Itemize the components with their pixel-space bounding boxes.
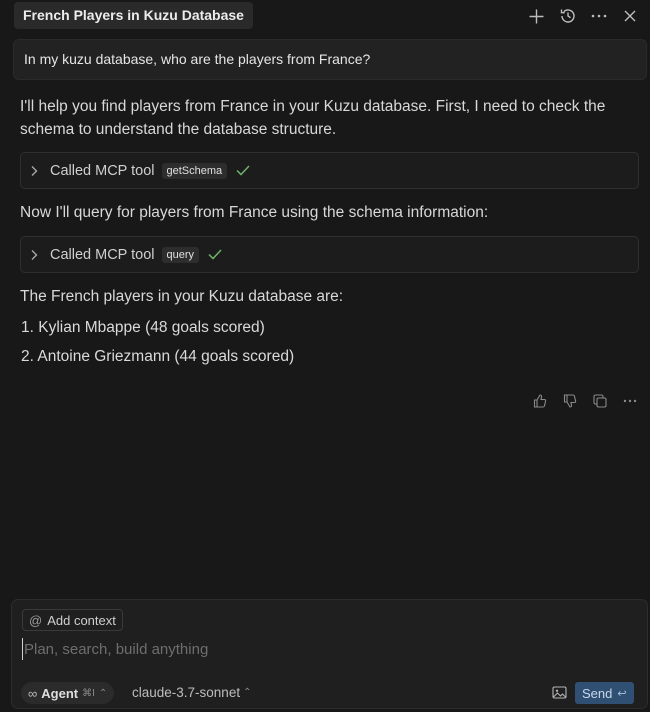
- assistant-middle-text: Now I'll query for players from France u…: [20, 204, 489, 221]
- check-icon: [208, 249, 222, 260]
- copy-icon[interactable]: [586, 391, 614, 411]
- user-message[interactable]: In my kuzu database, who are the players…: [13, 39, 647, 80]
- at-icon: @: [29, 612, 43, 628]
- model-label: claude-3.7-sonnet: [132, 685, 241, 700]
- plus-icon[interactable]: [524, 4, 549, 28]
- more-icon[interactable]: [586, 4, 611, 28]
- history-icon[interactable]: [555, 4, 580, 28]
- top-icons: [524, 4, 642, 28]
- chevron-up-icon: ⌃: [243, 687, 252, 698]
- chat-title-tab[interactable]: French Players in Kuzu Database: [14, 2, 253, 29]
- agent-shortcut: ⌘I: [82, 687, 95, 699]
- prompt-input[interactable]: [22, 638, 542, 660]
- assistant-intro-text: I'll help you find players from France i…: [20, 98, 606, 138]
- message-actions: [526, 391, 644, 411]
- tool-call-query[interactable]: Called MCP tool query: [20, 236, 639, 273]
- add-context-button[interactable]: @ Add context: [22, 609, 123, 631]
- send-label: Send: [582, 685, 613, 701]
- thumbs-up-icon[interactable]: [526, 391, 554, 411]
- image-icon[interactable]: [550, 684, 568, 700]
- check-icon: [236, 165, 250, 176]
- chevron-right-icon: [30, 165, 44, 177]
- infinity-icon: ∞: [28, 685, 38, 701]
- tool-name-tag: getSchema: [161, 162, 228, 179]
- tool-call-getschema[interactable]: Called MCP tool getSchema: [20, 152, 639, 189]
- chevron-right-icon: [30, 249, 44, 261]
- model-selector[interactable]: claude-3.7-sonnet ⌃: [132, 685, 251, 700]
- agent-mode-label: Agent: [41, 685, 79, 701]
- agent-mode-selector[interactable]: ∞ Agent ⌘I ⌃: [21, 682, 115, 704]
- tool-call-label: Called MCP tool: [50, 246, 155, 263]
- chevron-up-icon: ⌃: [98, 687, 108, 699]
- list-item: 2. Antoine Griezmann (44 goals scored): [21, 348, 295, 365]
- thumbs-down-icon[interactable]: [556, 391, 584, 411]
- add-context-label: Add context: [47, 612, 116, 628]
- composer: @ Add context ∞ Agent ⌘I ⌃ claude-3.7-so…: [11, 599, 648, 709]
- return-key-icon: ↩: [617, 687, 627, 700]
- send-button[interactable]: Send ↩: [575, 682, 634, 704]
- close-icon[interactable]: [617, 4, 642, 28]
- top-bar: French Players in Kuzu Database: [0, 0, 650, 32]
- tool-name-tag: query: [161, 246, 200, 263]
- results-intro-text: The French players in your Kuzu database…: [20, 288, 344, 305]
- list-item: 1. Kylian Mbappe (48 goals scored): [21, 319, 265, 336]
- more-icon[interactable]: [616, 391, 644, 411]
- tool-call-label: Called MCP tool: [50, 162, 155, 179]
